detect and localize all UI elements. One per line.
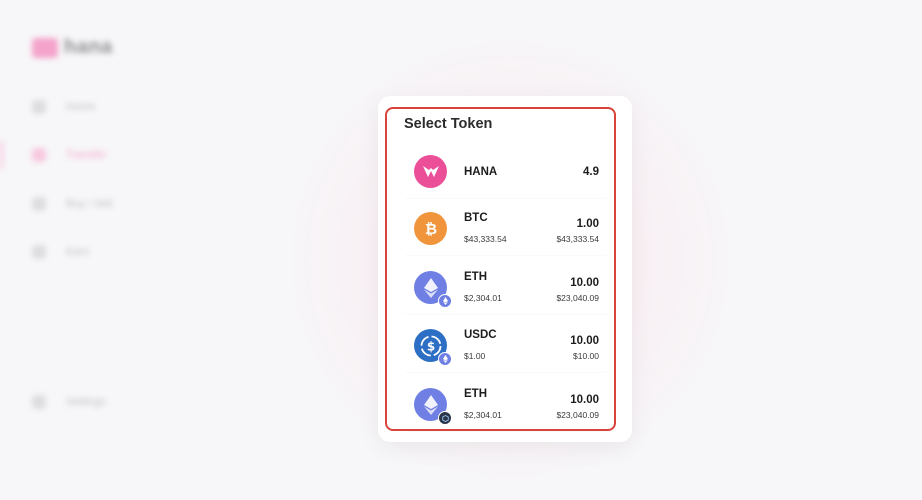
buy-sell-icon	[32, 197, 46, 211]
nav-item-transfer[interactable]: Transfer	[32, 148, 107, 162]
settings-icon	[32, 395, 46, 409]
home-icon	[32, 100, 46, 114]
transfer-icon	[32, 148, 46, 162]
highlight-box	[385, 107, 616, 431]
nav-label: Settings	[66, 396, 106, 408]
nav-label: Earn	[66, 246, 90, 258]
nav-label: Transfer	[66, 149, 107, 161]
active-nav-marker	[0, 141, 3, 169]
earn-icon	[32, 245, 46, 259]
nav-item-settings[interactable]: Settings	[32, 395, 106, 409]
nav-item-home[interactable]: Home	[32, 100, 95, 114]
hana-logo-icon	[32, 37, 58, 58]
nav-label: Buy / Sell	[66, 198, 113, 210]
nav-item-earn[interactable]: Earn	[32, 245, 89, 259]
nav-label: Home	[66, 101, 96, 113]
app-logo-text: hana	[64, 36, 113, 58]
app-logo: hana	[32, 36, 113, 59]
nav-item-buy-sell[interactable]: Buy / Sell	[32, 197, 112, 211]
